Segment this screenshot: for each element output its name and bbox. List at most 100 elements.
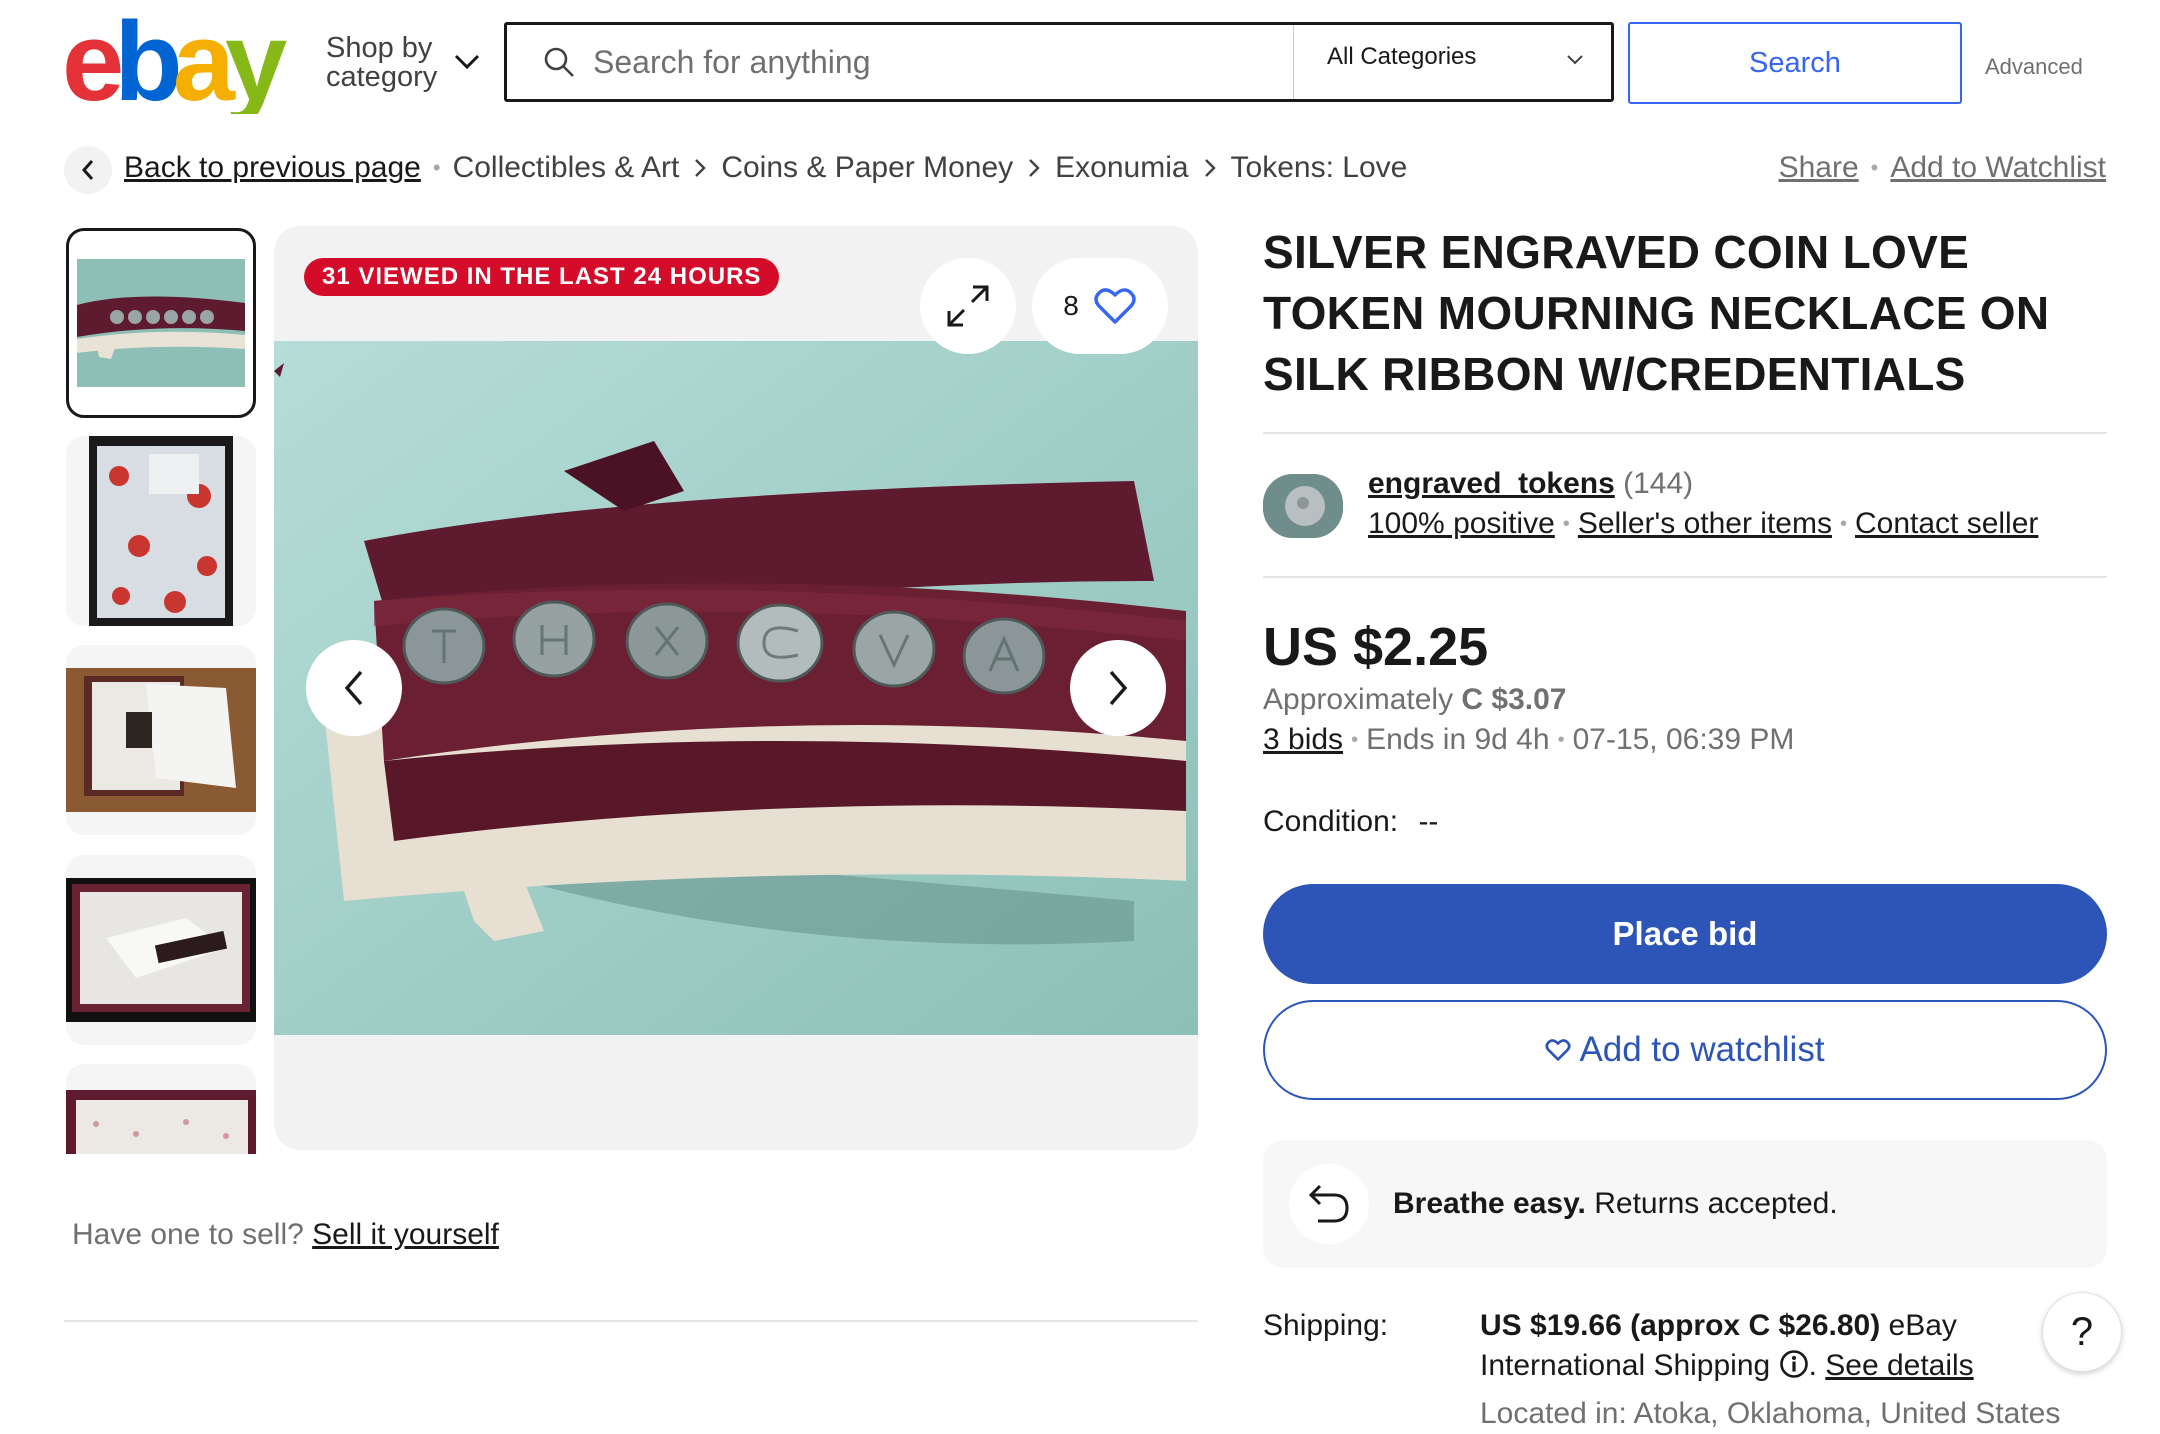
seller-positive-link[interactable]: 100% positive [1368, 504, 1555, 544]
contact-seller-link[interactable]: Contact seller [1855, 504, 2038, 544]
info-icon[interactable] [1779, 1349, 1809, 1379]
back-button[interactable] [64, 146, 112, 194]
shipping-value: US $19.66 (approx C $26.80) eBay Interna… [1480, 1306, 2100, 1386]
end-date: 07-15, 06:39 PM [1572, 723, 1795, 756]
link-separator: • [1839, 513, 1847, 535]
approx-value: C $3.07 [1461, 683, 1567, 716]
expand-icon [947, 285, 989, 327]
shipping-price: US $19.66 (approx C $26.80) [1480, 1309, 1881, 1342]
returns-icon-wrap [1289, 1164, 1369, 1244]
next-image-button[interactable] [1070, 640, 1166, 736]
divider [1263, 576, 2107, 578]
thumbnail-image [89, 436, 233, 626]
seller-links: 100% positive • Seller's other items • C… [1368, 504, 2038, 544]
returns-text: Breathe easy. Returns accepted. [1393, 1187, 1838, 1221]
ends-in: Ends in 9d 4h [1366, 723, 1550, 756]
search-icon [544, 47, 574, 77]
info-separator: • [1557, 729, 1565, 751]
expand-image-button[interactable] [920, 258, 1016, 354]
place-bid-button[interactable]: Place bid [1263, 884, 2107, 984]
shipping-punctuation: . [1808, 1349, 1817, 1382]
search-input[interactable] [591, 42, 1295, 82]
seller-feedback-count: (144) [1623, 467, 1694, 500]
see-details-link[interactable]: See details [1825, 1349, 1973, 1382]
shipping-label: Shipping: [1263, 1309, 1389, 1342]
approx-label: Approximately [1263, 683, 1454, 716]
shop-by-category[interactable]: Shop by category [326, 34, 437, 92]
bid-info: 3 bids • Ends in 9d 4h • 07-15, 06:39 PM [1263, 720, 1794, 760]
seller-name-row: engraved_tokens (144) [1368, 464, 1693, 504]
item-location: Located in: Atoka, Oklahoma, United Stat… [1480, 1397, 2061, 1430]
breadcrumb: Back to previous page • Collectibles & A… [124, 150, 1407, 186]
share-watch-links: Share • Add to Watchlist [1779, 150, 2106, 186]
viewed-badge: 31 VIEWED IN THE LAST 24 HOURS [304, 258, 780, 296]
breadcrumb-item[interactable]: Exonumia [1055, 150, 1188, 186]
add-to-watchlist-button[interactable]: Add to watchlist [1263, 1000, 2107, 1100]
logo-letter-e: e [62, 14, 121, 114]
main-image-viewer[interactable]: 31 VIEWED IN THE LAST 24 HOURS 8 [274, 226, 1198, 1150]
shop-by-line1: Shop by [326, 32, 433, 64]
thumbnail[interactable] [66, 1064, 256, 1154]
watchers-button[interactable]: 8 [1032, 258, 1168, 354]
sell-it-yourself-link[interactable]: Sell it yourself [312, 1218, 499, 1251]
previous-image-button[interactable] [306, 640, 402, 736]
search-button[interactable]: Search [1628, 22, 1962, 104]
add-to-watchlist-link[interactable]: Add to Watchlist [1890, 150, 2106, 186]
return-arrow-icon [1308, 1184, 1349, 1223]
logo-letter-b: b [114, 14, 178, 114]
item-price: US $2.25 [1263, 617, 1489, 677]
seller-avatar[interactable] [1263, 474, 1343, 538]
category-select[interactable]: All Categories [1327, 43, 1476, 71]
chevron-left-icon [81, 160, 94, 180]
watch-count: 8 [1063, 290, 1079, 321]
thumbnail[interactable] [66, 855, 256, 1045]
thumbnail[interactable] [66, 645, 256, 835]
thumbnail-image [66, 878, 256, 1022]
seller-name-link[interactable]: engraved_tokens [1368, 467, 1615, 500]
thumbnail-image [66, 1064, 256, 1154]
chevron-right-icon [1109, 670, 1128, 706]
help-button[interactable]: ? [2042, 1292, 2122, 1372]
breadcrumb-item[interactable]: Collectibles & Art [453, 150, 680, 186]
link-separator: • [1562, 513, 1570, 535]
logo-letter-y: y [225, 14, 287, 114]
heart-icon [1545, 1039, 1571, 1061]
thumbnail-image [77, 259, 245, 387]
condition-value: -- [1418, 805, 1439, 838]
chevron-left-icon [344, 670, 363, 706]
add-to-watchlist-label: Add to watchlist [1579, 1030, 1825, 1069]
chevron-down-icon[interactable] [454, 54, 480, 70]
shop-by-line2: category [326, 61, 438, 93]
returns-card: Breathe easy. Returns accepted. [1263, 1140, 2107, 1268]
advanced-search-link[interactable]: Advanced [1985, 54, 2083, 80]
returns-bold: Breathe easy. [1393, 1187, 1586, 1220]
heart-icon [1094, 288, 1136, 324]
condition-label: Condition: [1263, 805, 1399, 838]
chevron-right-icon [1029, 159, 1040, 177]
returns-policy: Returns accepted. [1594, 1187, 1838, 1220]
bids-link[interactable]: 3 bids [1263, 720, 1343, 760]
seller-other-items-link[interactable]: Seller's other items [1578, 504, 1832, 544]
thumbnail[interactable] [66, 228, 256, 418]
search-divider [1293, 25, 1294, 99]
sell-prompt: Have one to sell? Sell it yourself [72, 1218, 499, 1252]
item-title: SILVER ENGRAVED COIN LOVE TOKEN MOURNING… [1263, 226, 2050, 400]
chevron-down-icon[interactable] [1567, 55, 1583, 65]
thumbnail[interactable] [66, 436, 256, 626]
breadcrumb-item[interactable]: Coins & Paper Money [721, 150, 1013, 186]
condition-row: Condition: -- [1263, 802, 1438, 842]
thumbnail-image [66, 668, 256, 812]
main-product-image[interactable] [274, 341, 1198, 1035]
share-link[interactable]: Share [1779, 150, 1859, 186]
divider [64, 1320, 1198, 1322]
chevron-right-icon [1204, 159, 1216, 177]
breadcrumb-item[interactable]: Tokens: Love [1231, 150, 1408, 186]
info-separator: • [1351, 729, 1359, 751]
link-separator: • [1870, 155, 1879, 180]
approx-price: Approximately C $3.07 [1263, 680, 1567, 720]
ebay-logo[interactable]: ebay [62, 0, 302, 124]
back-to-previous-link[interactable]: Back to previous page [124, 150, 421, 186]
divider [1263, 432, 2107, 434]
sell-prompt-text: Have one to sell? [72, 1218, 304, 1251]
search-bar: All Categories [504, 22, 1614, 102]
